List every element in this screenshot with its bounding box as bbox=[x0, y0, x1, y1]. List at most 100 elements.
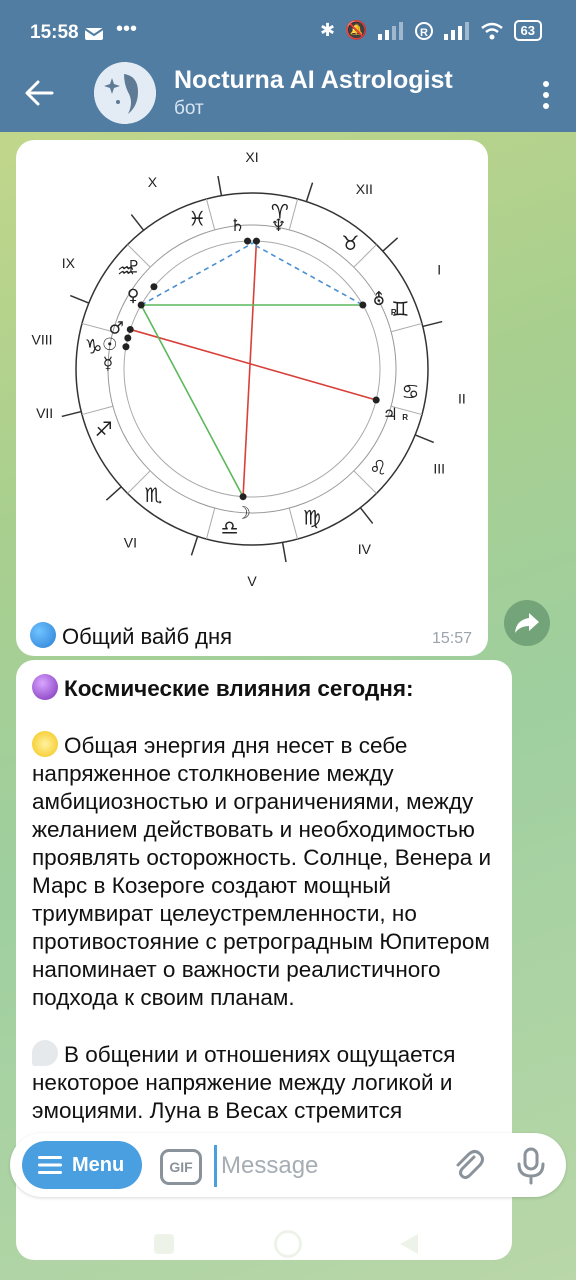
bluetooth-icon: ✱ bbox=[320, 20, 336, 40]
message-time: 15:57 bbox=[431, 630, 472, 647]
house-cusp bbox=[69, 294, 90, 304]
home-button[interactable] bbox=[274, 1230, 302, 1258]
house-number: IX bbox=[62, 255, 76, 271]
forward-button[interactable] bbox=[504, 600, 550, 646]
sign-divider bbox=[205, 507, 216, 540]
recents-button[interactable] bbox=[154, 1234, 174, 1254]
planet-glyph: ♃ bbox=[383, 405, 398, 425]
sign-divider bbox=[81, 405, 114, 416]
house-number: X bbox=[148, 174, 158, 190]
sign-divider bbox=[390, 322, 423, 333]
planet-glyph: ☽ bbox=[235, 504, 250, 524]
house-cusp bbox=[305, 182, 314, 202]
menu-label: Menu bbox=[72, 1154, 125, 1176]
natal-chart-image[interactable]: I II III IV V VI VII VIII IX X XI XII ♓ ♈ ♉ ♊ ♋ ♌ ♍ ♎ ♏ ♐ ♑ ♒ ♄ ♆… bbox=[16, 149, 488, 605]
zodiac-sign-glyph: ♏ bbox=[145, 483, 163, 507]
zodiac-sign-glyph: ♋ bbox=[401, 379, 419, 403]
planet-dot bbox=[150, 283, 158, 291]
planet-glyph: ⛢ bbox=[373, 290, 385, 310]
speech-bubble-emoji-icon bbox=[32, 1040, 58, 1066]
house-cusp bbox=[422, 320, 443, 328]
chat-header: Nocturna AI Astrologist бот bbox=[0, 52, 576, 132]
system-navigation-bar bbox=[0, 1212, 576, 1280]
sign-divider bbox=[288, 507, 299, 540]
house-number: I bbox=[437, 261, 441, 277]
signal-icon-2 bbox=[443, 21, 469, 40]
chat-subtitle: бот bbox=[174, 98, 204, 119]
house-number: VIII bbox=[32, 331, 53, 347]
aspect-line-trine bbox=[140, 304, 244, 498]
house-cusp bbox=[359, 507, 374, 524]
attach-icon[interactable] bbox=[450, 1147, 486, 1183]
house-number: VI bbox=[124, 535, 137, 551]
planet-dot bbox=[372, 396, 380, 404]
star-emoji-icon bbox=[32, 731, 58, 757]
planet-glyph: ♇ bbox=[126, 258, 141, 278]
house-cusp bbox=[382, 237, 399, 252]
signal-icon bbox=[377, 21, 403, 40]
zodiac-sign-glyph: ♍ bbox=[303, 505, 321, 529]
sign-ring bbox=[107, 224, 397, 514]
hamburger-icon bbox=[38, 1156, 62, 1174]
planet-dot bbox=[126, 325, 134, 333]
bot-menu-button[interactable]: Menu bbox=[22, 1141, 142, 1189]
house-number: V bbox=[247, 573, 257, 589]
aspect-line-sextile bbox=[140, 240, 257, 306]
sign-divider bbox=[205, 198, 216, 231]
message-paragraph-2: В общении и отношениях ощущается некотор… bbox=[32, 1042, 456, 1123]
house-number: III bbox=[433, 461, 445, 477]
message-input[interactable] bbox=[214, 1145, 443, 1187]
avatar[interactable] bbox=[94, 62, 156, 124]
house-number: II bbox=[458, 391, 466, 407]
zodiac-sign-glyph: ♉ bbox=[342, 231, 360, 255]
zodiac-sign-glyph: ♌ bbox=[369, 456, 387, 480]
planet-dot bbox=[122, 343, 130, 351]
zodiac-sign-glyph: ♑ bbox=[85, 335, 103, 359]
planet-dot bbox=[359, 301, 367, 309]
sign-divider bbox=[288, 198, 299, 231]
gif-button[interactable]: GIF bbox=[160, 1149, 202, 1185]
planet-dot bbox=[124, 334, 132, 342]
planet-glyph: ♆ bbox=[271, 216, 286, 236]
planet-glyph: ☉ bbox=[102, 335, 117, 355]
crystal-ball-emoji-icon bbox=[32, 674, 58, 700]
more-notifications-icon: ••• bbox=[116, 18, 138, 40]
chat-title[interactable]: Nocturna AI Astrologist bbox=[174, 66, 453, 95]
planet-glyph: ☿ bbox=[103, 354, 113, 374]
back-nav-button[interactable] bbox=[398, 1232, 420, 1256]
svg-text:R: R bbox=[420, 27, 428, 39]
aspect-line-square bbox=[242, 241, 258, 497]
house-cusp bbox=[61, 410, 82, 418]
house-cusp bbox=[105, 486, 122, 501]
planet-glyph: ♄ bbox=[230, 216, 245, 236]
mute-icon: 🔕 bbox=[345, 20, 368, 40]
house-number: XI bbox=[245, 150, 258, 165]
house-cusp bbox=[281, 542, 287, 563]
zodiac-sign-glyph: ♐ bbox=[95, 417, 113, 441]
chart-message-bubble[interactable]: I II III IV V VI VII VIII IX X XI XII ♓ ♈ ♉ ♊ ♋ ♌ ♍ ♎ ♏ ♐ ♑ ♒ ♄ ♆… bbox=[16, 140, 488, 656]
planet-dot bbox=[239, 493, 247, 501]
house-number: VII bbox=[36, 405, 53, 421]
forward-arrow-icon bbox=[515, 613, 539, 633]
house-number: XII bbox=[356, 181, 373, 197]
retrograde-marker: R bbox=[402, 413, 408, 422]
retrograde-marker: R bbox=[391, 308, 397, 317]
message-text: Космические влияния сегодня: Общая энерг… bbox=[32, 674, 502, 1153]
more-options-icon[interactable] bbox=[540, 80, 552, 110]
battery-indicator: 63 bbox=[513, 20, 542, 41]
microphone-icon[interactable] bbox=[516, 1147, 546, 1185]
back-arrow-icon[interactable] bbox=[22, 76, 56, 110]
message-paragraph-1: Общая энергия дня несет в себе напряженн… bbox=[32, 733, 492, 1010]
house-cusp bbox=[217, 175, 223, 196]
message-caption: Общий вайб дня bbox=[30, 622, 232, 650]
planet-glyph: ♀ bbox=[127, 286, 139, 306]
planet-dot bbox=[244, 237, 252, 245]
inner-ring bbox=[123, 240, 381, 498]
moon-face-icon bbox=[94, 62, 156, 124]
registered-icon: R bbox=[414, 21, 433, 40]
caption-text: Общий вайб дня bbox=[62, 624, 233, 649]
mail-icon bbox=[84, 28, 104, 40]
zodiac-sign-glyph: ♓ bbox=[188, 207, 206, 231]
wifi-icon bbox=[480, 22, 503, 39]
astro-chart-wheel: IIIIIIIVVVIVIIVIIIIXXXIXII♓ ♈♉♊♋♌♍♎♏♐♑♒♄ ♆… bbox=[32, 149, 466, 589]
